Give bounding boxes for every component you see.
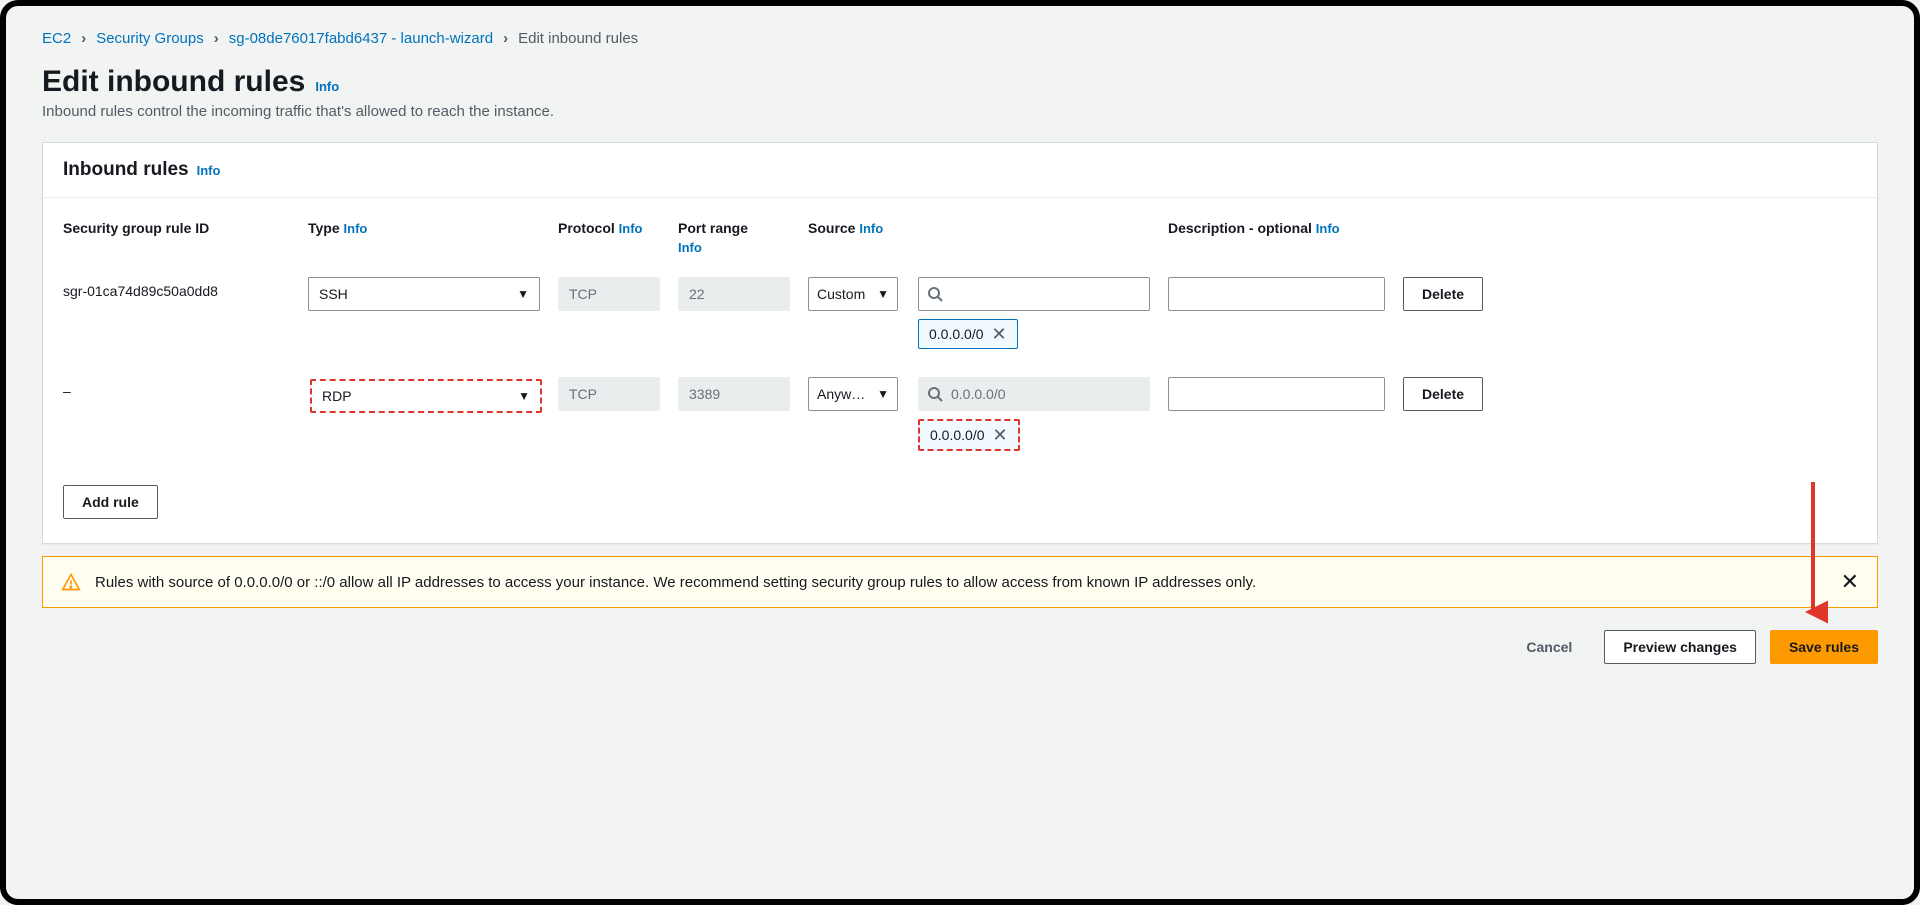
col-description: Description - optional Info (1168, 220, 1403, 236)
remove-token-icon[interactable]: ✕ (992, 325, 1007, 343)
close-icon[interactable]: ✕ (1841, 571, 1859, 593)
preview-changes-button[interactable]: Preview changes (1604, 630, 1756, 664)
caret-down-icon: ▼ (518, 389, 530, 403)
rule-id: sgr-01ca74d89c50a0dd8 (63, 277, 308, 299)
source-search-input[interactable] (918, 277, 1150, 311)
rules-table: Security group rule ID Type Info Protoco… (63, 220, 1857, 451)
remove-token-icon[interactable]: ✕ (993, 426, 1008, 444)
table-row: sgr-01ca74d89c50a0dd8 SSH▼ TCP 22 (63, 277, 1857, 349)
source-mode-select[interactable]: Custom▼ (808, 277, 898, 311)
chevron-right-icon: › (503, 30, 508, 47)
warning-icon (61, 572, 81, 592)
footer-actions: Cancel Preview changes Save rules (42, 630, 1878, 664)
source-search-input: 0.0.0.0/0 (918, 377, 1150, 411)
breadcrumb-sg-id[interactable]: sg-08de76017fabd6437 - launch-wizard (229, 30, 493, 47)
cidr-token[interactable]: 0.0.0.0/0 ✕ (918, 319, 1018, 349)
cancel-button[interactable]: Cancel (1508, 630, 1590, 664)
delete-button[interactable]: Delete (1403, 377, 1483, 411)
protocol-info-link[interactable]: Info (619, 221, 643, 236)
protocol-field: TCP (558, 277, 660, 311)
alert-text: Rules with source of 0.0.0.0/0 or ::/0 a… (95, 574, 1256, 591)
col-protocol: Protocol Info (558, 220, 678, 236)
chevron-right-icon: › (81, 30, 86, 47)
protocol-field: TCP (558, 377, 660, 411)
port-info-link[interactable]: Info (678, 240, 702, 255)
chevron-right-icon: › (214, 30, 219, 47)
breadcrumb-security-groups[interactable]: Security Groups (96, 30, 204, 47)
type-select[interactable]: SSH▼ (308, 277, 540, 311)
panel-title: Inbound rules (63, 159, 189, 181)
caret-down-icon: ▼ (877, 387, 889, 401)
caret-down-icon: ▼ (877, 287, 889, 301)
port-field: 3389 (678, 377, 790, 411)
panel-info-link[interactable]: Info (197, 163, 221, 178)
col-rule-id: Security group rule ID (63, 220, 308, 236)
col-port: Port range Info (678, 220, 808, 255)
col-type: Type Info (308, 220, 558, 236)
breadcrumb: EC2 › Security Groups › sg-08de76017fabd… (42, 30, 1878, 47)
page-title: Edit inbound rules (42, 65, 305, 99)
source-info-link[interactable]: Info (859, 221, 883, 236)
page-info-link[interactable]: Info (315, 79, 339, 94)
inbound-rules-panel: Inbound rules Info Security group rule I… (42, 142, 1878, 544)
delete-button[interactable]: Delete (1403, 277, 1483, 311)
table-row: – RDP▼ TCP 3389 (63, 377, 1857, 451)
description-info-link[interactable]: Info (1316, 221, 1340, 236)
warning-alert: Rules with source of 0.0.0.0/0 or ::/0 a… (42, 556, 1878, 608)
breadcrumb-current: Edit inbound rules (518, 30, 638, 47)
caret-down-icon: ▼ (517, 287, 529, 301)
search-icon (927, 386, 943, 402)
type-info-link[interactable]: Info (344, 221, 368, 236)
page-subtitle: Inbound rules control the incoming traff… (42, 103, 1878, 120)
col-source: Source Info (808, 220, 1168, 236)
description-input[interactable] (1168, 377, 1385, 411)
add-rule-button[interactable]: Add rule (63, 485, 158, 519)
rule-id: – (63, 377, 308, 399)
breadcrumb-ec2[interactable]: EC2 (42, 30, 71, 47)
type-select[interactable]: RDP▼ (310, 379, 542, 413)
port-field: 22 (678, 277, 790, 311)
search-icon (927, 286, 943, 302)
description-input[interactable] (1168, 277, 1385, 311)
save-rules-button[interactable]: Save rules (1770, 630, 1878, 664)
source-mode-select[interactable]: Anyw…▼ (808, 377, 898, 411)
cidr-token[interactable]: 0.0.0.0/0 ✕ (918, 419, 1020, 451)
